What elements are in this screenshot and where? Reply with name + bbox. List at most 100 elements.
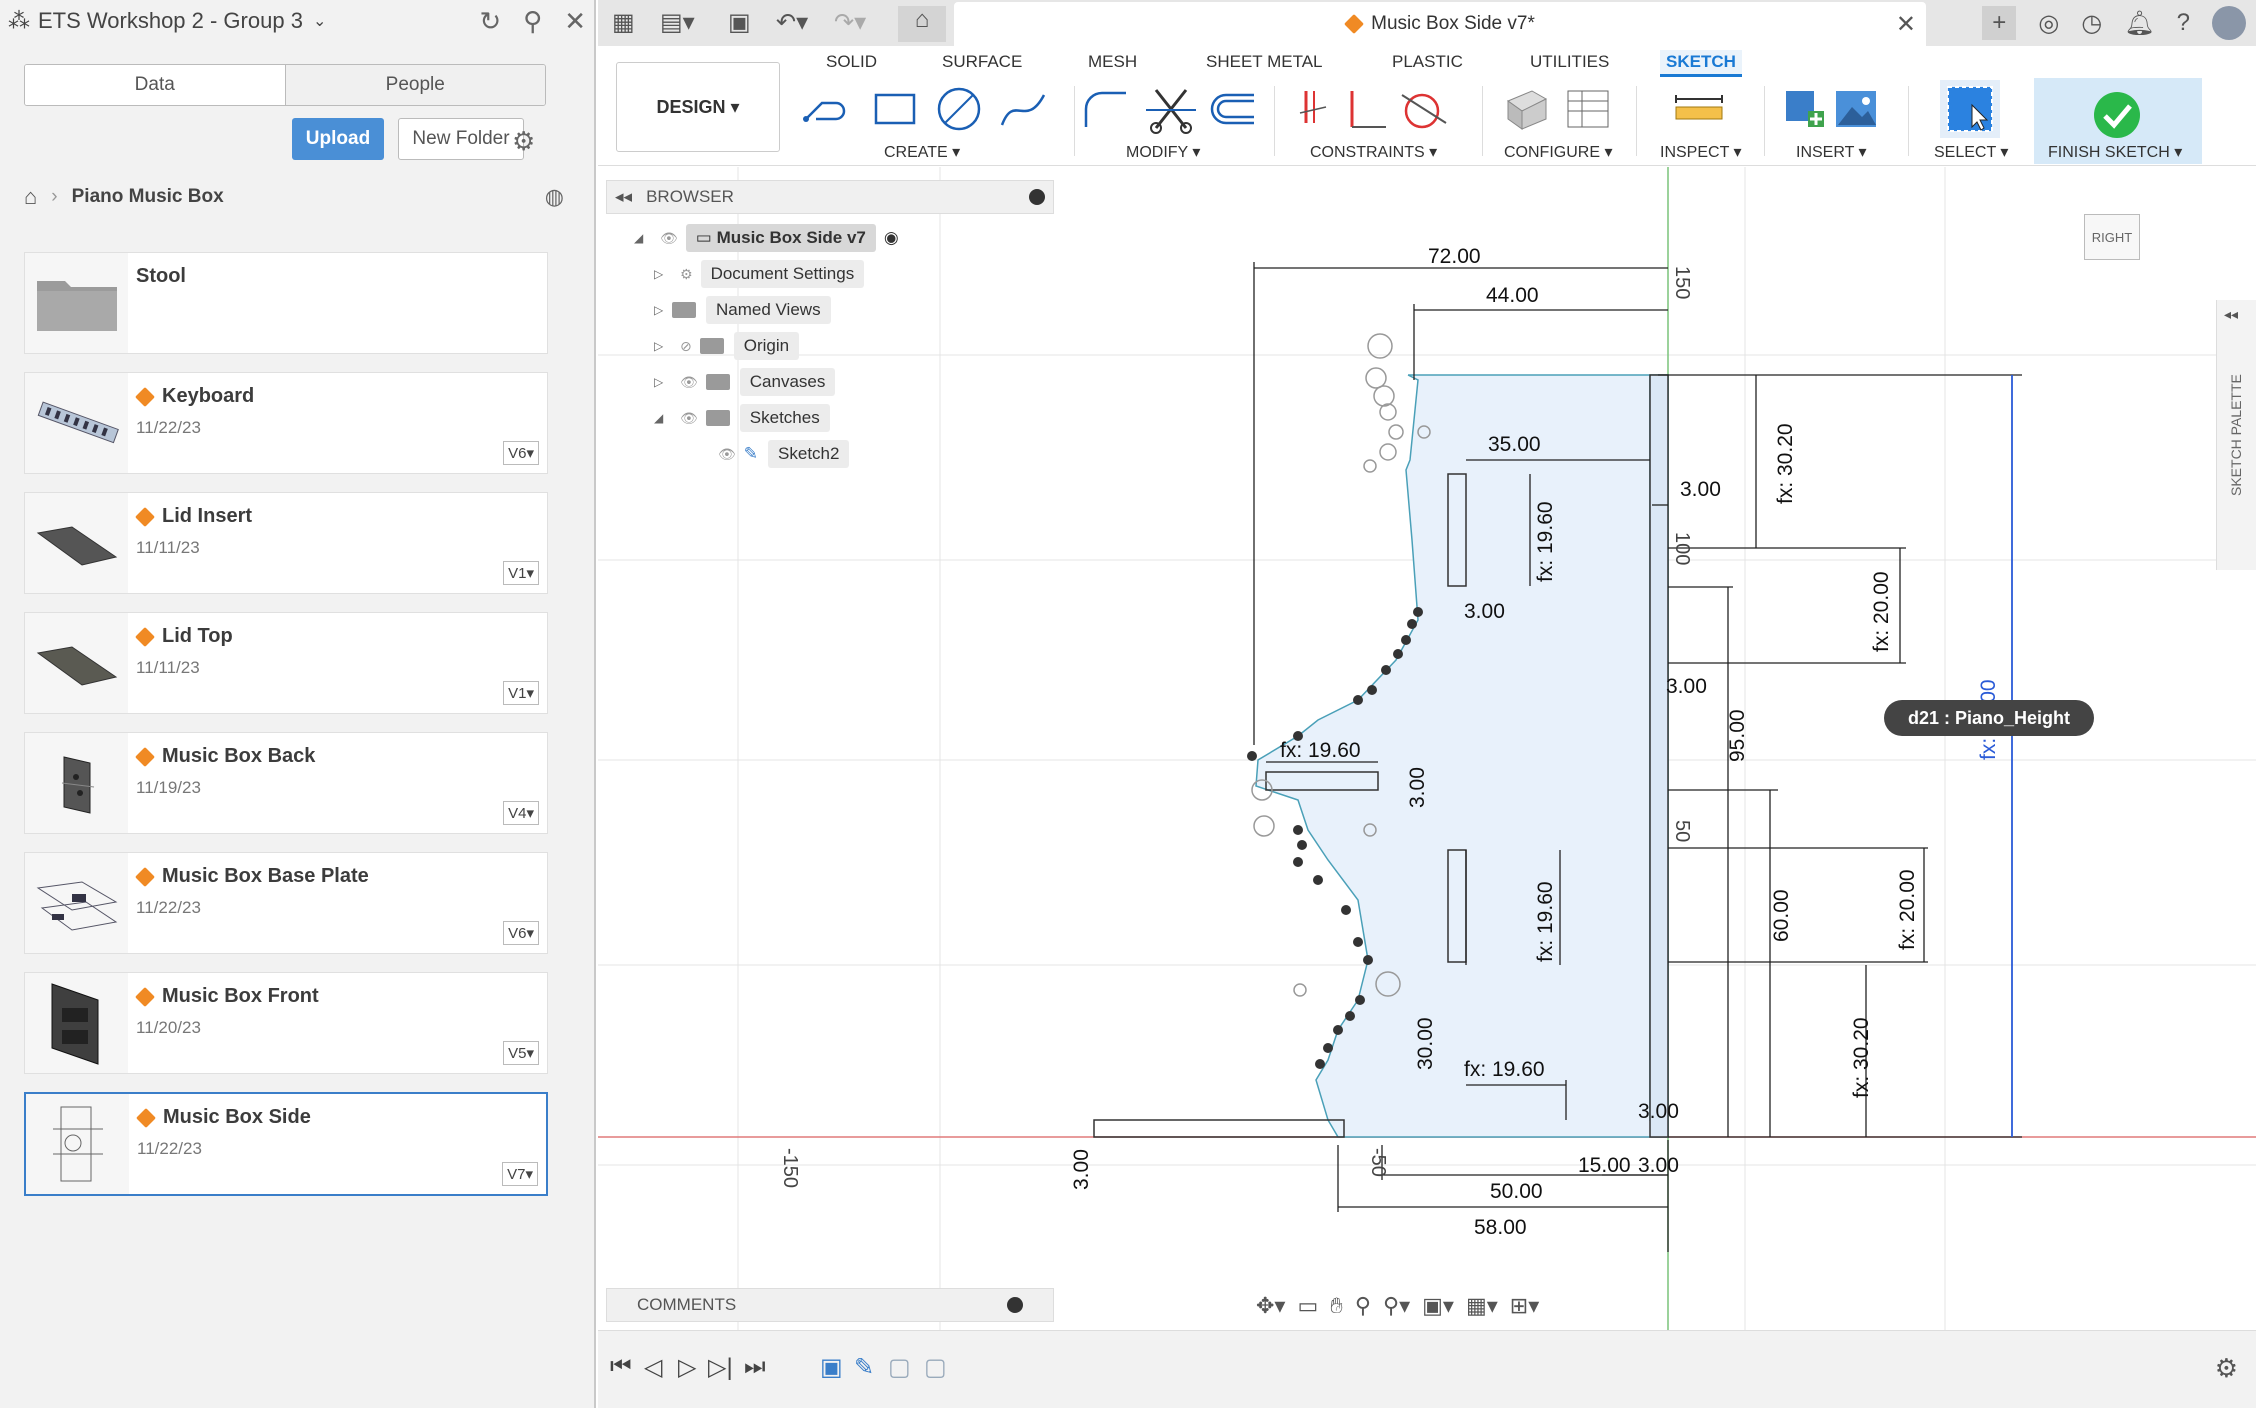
insert-menu[interactable]: INSERT ▾ [1796,142,1867,162]
grid-settings-icon[interactable]: ▦▾ [1466,1293,1498,1319]
timeline-feature-icon[interactable]: ▢ [888,1353,911,1382]
file-item[interactable]: Music Box Back 11/19/23 V4▾ [24,732,548,834]
spline-icon[interactable] [996,84,1050,134]
configure-menu[interactable]: CONFIGURE ▾ [1504,142,1612,162]
activate-icon[interactable]: ◉ [884,228,899,248]
browser-root[interactable]: ◢ 👁︎ ▭ Music Box Side v7 ◉ [634,224,899,252]
coincident-icon[interactable] [1298,84,1328,134]
browser-item-sketch2[interactable]: 👁︎ ✎ Sketch2 [710,440,850,468]
expand-triangle-icon[interactable]: ▷ [654,375,672,389]
expand-triangle-icon[interactable]: ▷ [654,303,672,317]
save-icon[interactable]: ▣ [728,8,751,37]
play-icon[interactable]: ▷ [678,1353,696,1382]
pan-icon[interactable]: ✋︎ [1330,1293,1343,1319]
look-at-icon[interactable]: ▭ [1297,1293,1318,1319]
help-icon[interactable]: ? [2177,9,2190,37]
settings-gear-icon[interactable]: ⚙ [2215,1353,2238,1384]
fit-icon[interactable]: ⚲▾ [1383,1293,1410,1319]
offset-icon[interactable] [1204,84,1258,134]
version-badge[interactable]: V7▾ [502,1162,538,1186]
perpendicular-icon[interactable] [1344,84,1388,134]
configure-table-icon[interactable] [1564,84,1612,134]
tab-people[interactable]: People [285,65,545,105]
timeline-feature-icon[interactable]: ▢ [924,1353,947,1382]
home-icon[interactable]: ⌂ [24,184,37,210]
change-parameters-icon[interactable] [1502,84,1550,134]
insert-derive-icon[interactable] [1780,84,1828,134]
browser-item-origin[interactable]: ▷ ⊘ Origin [654,332,800,360]
file-item[interactable]: Music Box Base Plate 11/22/23 V6▾ [24,852,548,954]
gear-icon[interactable]: ⚙ [512,126,535,157]
measure-icon[interactable] [1674,84,1724,134]
close-icon[interactable]: ✕ [564,6,586,37]
sketch-profile[interactable] [1093,333,1669,1138]
tab-data[interactable]: Data [25,65,286,105]
eye-icon[interactable]: 👁︎ [718,446,736,463]
upload-button[interactable]: Upload [292,118,384,160]
tab-surface[interactable]: SURFACE [936,50,1028,74]
display-settings-icon[interactable]: ▣▾ [1422,1293,1454,1319]
create-menu[interactable]: CREATE ▾ [884,142,960,162]
select-menu[interactable]: SELECT ▾ [1934,142,2008,162]
refresh-icon[interactable]: ↻ [479,6,501,37]
tab-solid[interactable]: SOLID [820,50,883,74]
file-item[interactable]: Lid Top 11/11/23 V1▾ [24,612,548,714]
new-tab-icon[interactable]: + [1982,6,2017,40]
tab-plastic[interactable]: PLASTIC [1386,50,1469,74]
expand-palette-icon[interactable]: ◂◂ [2224,306,2238,323]
fillet-icon[interactable] [1076,84,1134,134]
modify-menu[interactable]: MODIFY ▾ [1126,142,1200,162]
workspace-switcher[interactable]: DESIGN ▾ [616,62,780,152]
add-comment-icon[interactable] [1007,1297,1023,1313]
circle-icon[interactable] [932,84,986,134]
undo-icon[interactable]: ↶▾ [776,8,808,37]
new-folder-button[interactable]: New Folder [398,118,524,160]
job-status-icon[interactable]: ◷ [2081,9,2102,38]
file-item[interactable]: Keyboard 11/22/23 V6▾ [24,372,548,474]
view-cube[interactable]: RIGHT [2084,214,2140,260]
grid-menu-icon[interactable]: ▦ [612,8,635,37]
go-to-start-icon[interactable]: ⏮ [610,1353,632,1381]
version-badge[interactable]: V6▾ [503,441,539,465]
collapse-triangle-icon[interactable]: ◢ [634,231,652,245]
expand-triangle-icon[interactable]: ▷ [654,339,672,353]
rectangle-icon[interactable] [870,84,920,134]
tab-mesh[interactable]: MESH [1082,50,1143,74]
expand-triangle-icon[interactable]: ▷ [654,267,672,281]
folder-item[interactable]: Stool [24,252,548,354]
browser-item-sketches[interactable]: ◢ 👁︎ Sketches [654,404,830,432]
zoom-icon[interactable]: ⚲ [1355,1293,1371,1319]
orbit-icon[interactable]: ✥▾ [1256,1293,1285,1319]
redo-icon[interactable]: ↷▾ [834,8,866,37]
version-badge[interactable]: V4▾ [503,801,539,825]
avatar[interactable] [2212,6,2246,40]
team-icon[interactable]: ⁂ [8,8,38,34]
finish-sketch-menu[interactable]: FINISH SKETCH ▾ [2048,142,2182,162]
eye-icon[interactable]: 👁︎ [680,410,698,427]
file-item[interactable]: Lid Insert 11/11/23 V1▾ [24,492,548,594]
comments-panel[interactable]: COMMENTS [606,1288,1054,1322]
browser-header[interactable]: ◂◂ BROWSER [606,180,1054,214]
extensions-icon[interactable]: ◎ [2038,9,2059,38]
constraints-menu[interactable]: CONSTRAINTS ▾ [1310,142,1437,162]
minimize-icon[interactable] [1029,189,1045,205]
eye-icon[interactable]: 👁︎ [660,230,678,247]
hidden-eye-icon[interactable]: ⊘ [680,338,692,355]
select-icon[interactable] [1940,80,2000,138]
browser-item-named-views[interactable]: ▷ Named Views [654,296,831,324]
step-back-icon[interactable]: ◁ [644,1353,662,1382]
collapse-triangle-icon[interactable]: ◢ [654,411,672,425]
tangent-icon[interactable] [1398,84,1448,134]
home-icon[interactable]: ⌂ [898,6,946,42]
version-badge[interactable]: V5▾ [503,1041,539,1065]
trim-icon[interactable] [1144,84,1198,134]
project-title[interactable]: ETS Workshop 2 - Group 3 [38,8,303,34]
tab-sketch[interactable]: SKETCH [1660,50,1742,77]
timeline-canvas-icon[interactable]: ▣ [820,1353,843,1382]
browser-item-document-settings[interactable]: ▷ ⚙ Document Settings [654,260,865,288]
sketch-palette[interactable]: SKETCH PALETTE [2216,300,2256,570]
chevron-down-icon[interactable]: ⌄ [313,11,326,31]
go-to-end-icon[interactable]: ⏭ [744,1353,766,1381]
inspect-menu[interactable]: INSPECT ▾ [1660,142,1742,162]
tab-sheet-metal[interactable]: SHEET METAL [1200,50,1329,74]
